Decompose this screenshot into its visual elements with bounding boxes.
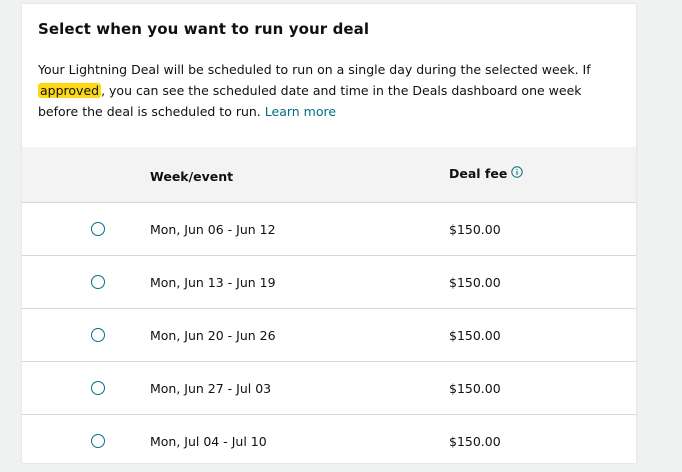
table-row[interactable]: Mon, Jun 06 - Jun 12 $150.00 bbox=[22, 203, 636, 256]
table-row[interactable]: Mon, Jun 27 - Jul 03 $150.00 bbox=[22, 362, 636, 415]
header-deal-fee-label: Deal fee bbox=[449, 166, 508, 181]
deal-schedule-card: Select when you want to run your deal Yo… bbox=[22, 4, 636, 463]
row-fee: $150.00 bbox=[449, 328, 501, 343]
row-week: Mon, Jun 06 - Jun 12 bbox=[150, 222, 276, 237]
header-week-event: Week/event bbox=[150, 169, 234, 184]
description-text-1: Your Lightning Deal will be scheduled to… bbox=[38, 62, 591, 77]
row-fee: $150.00 bbox=[449, 222, 501, 237]
section-description: Your Lightning Deal will be scheduled to… bbox=[38, 59, 620, 122]
row-week: Mon, Jul 04 - Jul 10 bbox=[150, 434, 267, 449]
table-header: Week/event Deal fee bbox=[22, 147, 636, 203]
info-icon[interactable] bbox=[511, 166, 524, 181]
header-deal-fee: Deal fee bbox=[449, 166, 524, 181]
row-fee: $150.00 bbox=[449, 275, 501, 290]
week-radio-button[interactable] bbox=[91, 381, 105, 395]
week-radio-button[interactable] bbox=[91, 222, 105, 236]
table-row[interactable]: Mon, Jun 13 - Jun 19 $150.00 bbox=[22, 256, 636, 309]
approved-highlight: approved bbox=[38, 83, 102, 98]
table-row[interactable]: Mon, Jul 04 - Jul 10 $150.00 bbox=[22, 415, 636, 463]
row-fee: $150.00 bbox=[449, 434, 501, 449]
section-title: Select when you want to run your deal bbox=[38, 20, 370, 38]
row-week: Mon, Jun 13 - Jun 19 bbox=[150, 275, 276, 290]
week-radio-button[interactable] bbox=[91, 275, 105, 289]
learn-more-link[interactable]: Learn more bbox=[265, 104, 336, 119]
row-week: Mon, Jun 20 - Jun 26 bbox=[150, 328, 276, 343]
row-fee: $150.00 bbox=[449, 381, 501, 396]
row-week: Mon, Jun 27 - Jul 03 bbox=[150, 381, 272, 396]
table-row[interactable]: Mon, Jun 20 - Jun 26 $150.00 bbox=[22, 309, 636, 362]
week-radio-button[interactable] bbox=[91, 328, 105, 342]
week-radio-button[interactable] bbox=[91, 434, 105, 448]
